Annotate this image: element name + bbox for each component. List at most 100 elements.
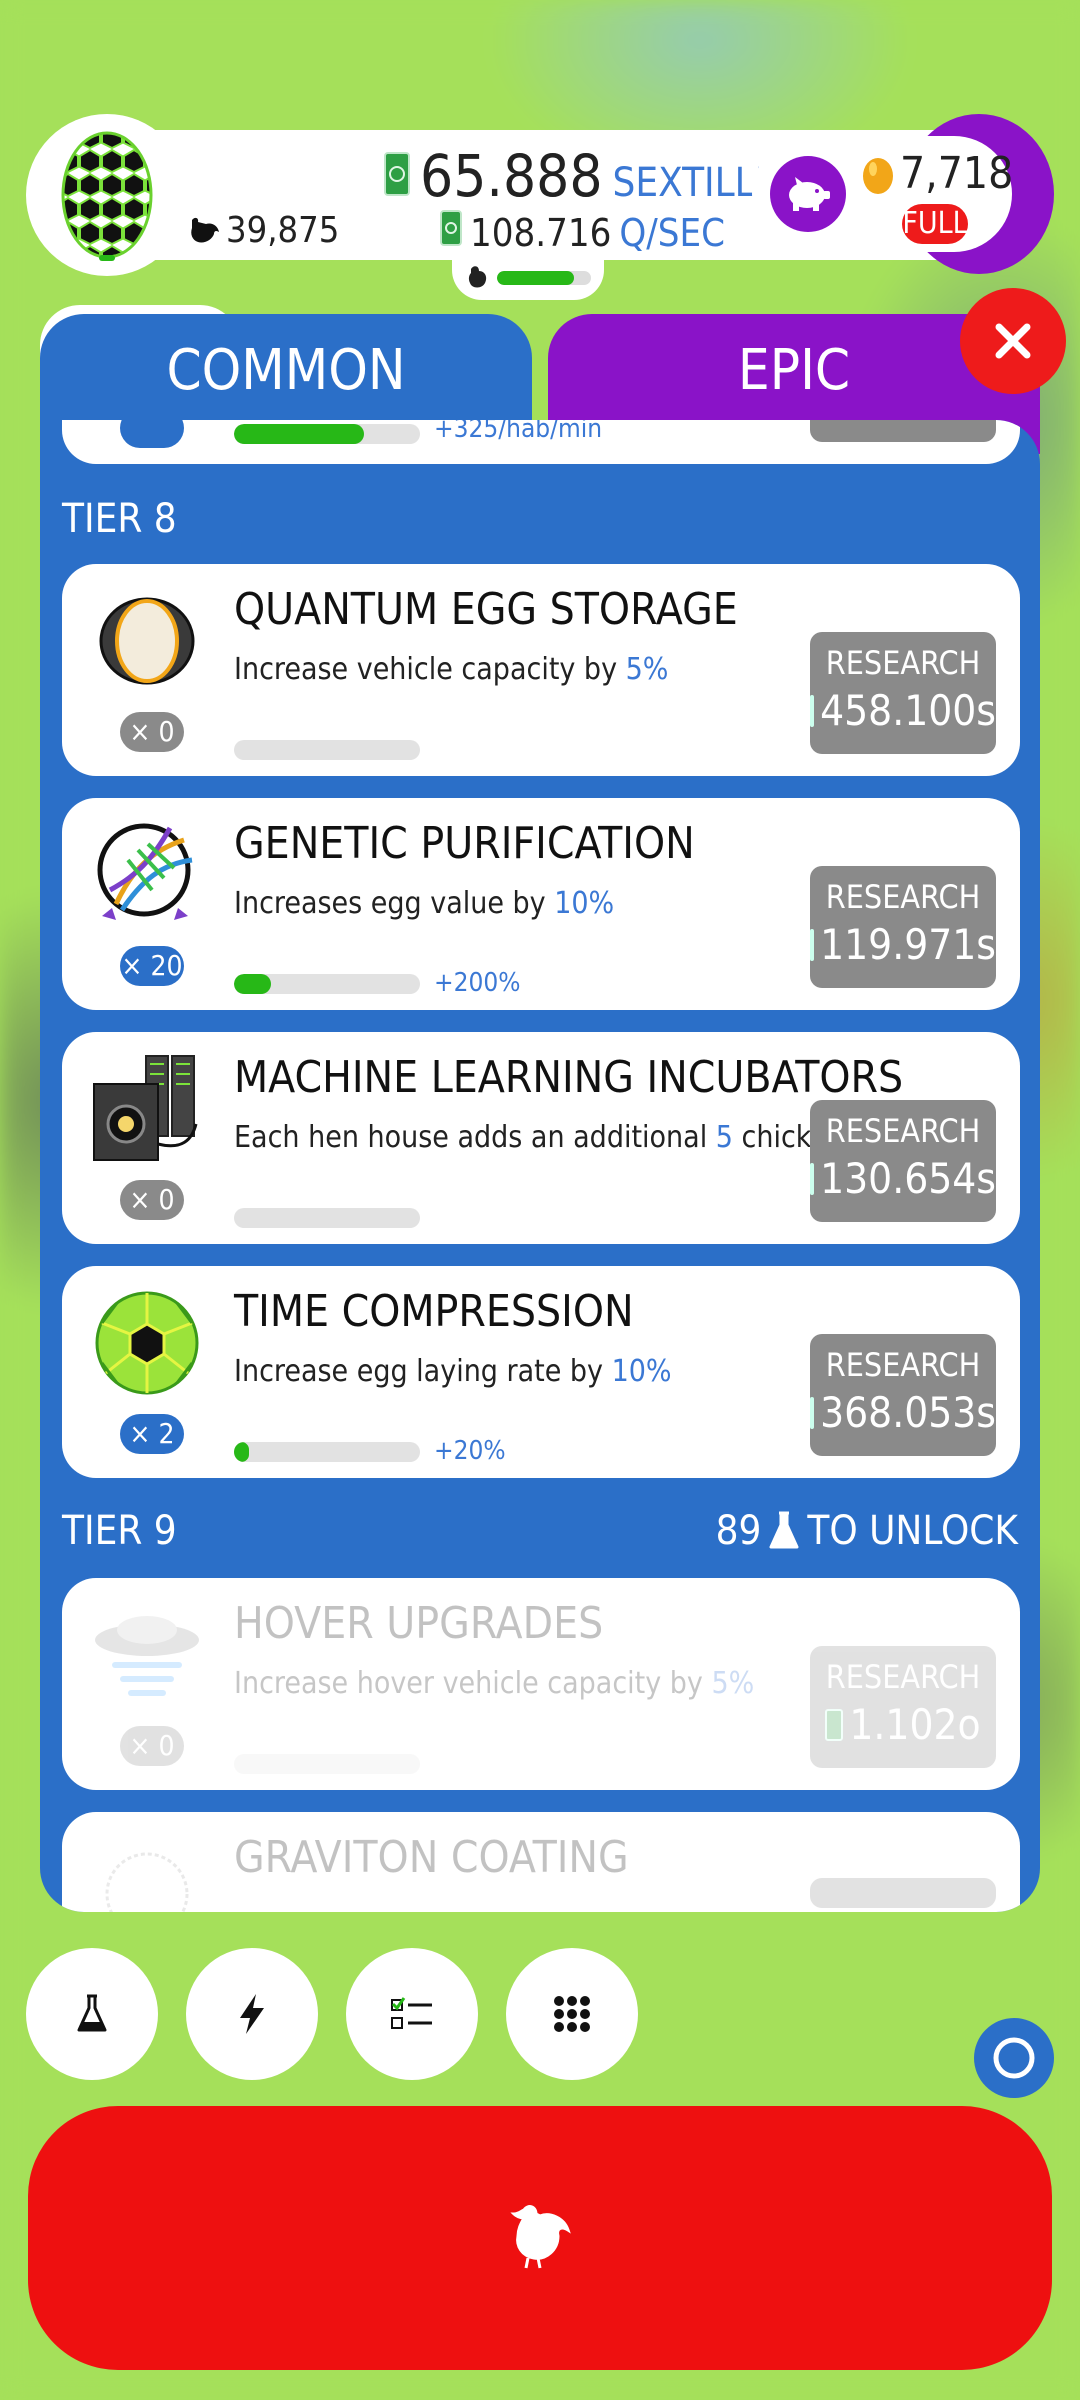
- research-button: RESEARCH 1.102o: [810, 1646, 996, 1768]
- tier-9-unlock-requirement: 89 TO UNLOCK: [716, 1508, 1018, 1554]
- piggy-bank-button[interactable]: [770, 156, 846, 232]
- research-card-machine-learning-incubators: × 0 MACHINE LEARNING INCUBATORS Each hen…: [62, 1032, 1020, 1244]
- research-button-label: RESEARCH: [825, 1346, 981, 1384]
- piggy-bank-icon: [789, 177, 830, 211]
- unlock-label: TO UNLOCK: [807, 1508, 1018, 1554]
- research-title: MACHINE LEARNING INCUBATORS: [234, 1052, 904, 1103]
- research-card-partial: +325/hab/min: [62, 420, 1020, 464]
- research-count-badge: × 0: [120, 712, 184, 752]
- research-progress-fill: [234, 974, 272, 994]
- cash-icon: [810, 928, 815, 961]
- research-card-quantum-egg-storage: × 0 QUANTUM EGG STORAGE Increase vehicle…: [62, 564, 1020, 776]
- dna-icon: [92, 820, 202, 930]
- research-bonus: +20%: [434, 1436, 506, 1466]
- research-card-genetic-purification: × 20 GENETIC PURIFICATION Increases egg …: [62, 798, 1020, 1010]
- research-button[interactable]: RESEARCH 458.100s: [810, 632, 996, 754]
- hatch-chicken-button[interactable]: [28, 2106, 1052, 2370]
- flask-icon: [77, 1994, 107, 2032]
- golden-egg-icon: [863, 157, 893, 194]
- research-button[interactable]: RESEARCH 130.654s: [810, 1100, 996, 1222]
- research-bonus: +325/hab/min: [434, 420, 603, 444]
- golden-eggs-count: 7,718: [862, 148, 1013, 199]
- graviton-icon: [92, 1834, 202, 1912]
- research-count-badge: [120, 420, 184, 448]
- piggy-full-badge: FULL: [902, 204, 968, 244]
- research-card-graviton-coating: GRAVITON COATING: [62, 1812, 1020, 1912]
- cash-icon: [384, 152, 410, 196]
- income-rate: 108.716 Q/SEC: [440, 210, 725, 255]
- research-description: Increase vehicle capacity by 5%: [234, 652, 669, 687]
- research-button-label: RESEARCH: [825, 1658, 981, 1696]
- research-button[interactable]: RESEARCH 368.053s: [810, 1334, 996, 1456]
- unlock-count: 89: [715, 1508, 762, 1554]
- quantum-egg-icon: [61, 131, 153, 261]
- research-progress: [234, 1754, 420, 1774]
- research-count-badge: × 2: [120, 1414, 184, 1454]
- research-description: Increase egg laying rate by 10%: [234, 1354, 672, 1389]
- research-title: QUANTUM EGG STORAGE: [234, 584, 738, 635]
- research-cost: 119.971s: [810, 920, 996, 969]
- cash-icon: [810, 1396, 815, 1429]
- population-bar: [497, 271, 591, 285]
- cash-icon: [825, 1708, 844, 1741]
- flask-icon: [769, 1511, 799, 1549]
- research-title: GRAVITON COATING: [234, 1832, 629, 1883]
- research-button-label: RESEARCH: [825, 644, 981, 682]
- chicken-icon: [510, 2205, 571, 2269]
- research-title: TIME COMPRESSION: [234, 1286, 634, 1337]
- cash-icon: [810, 1162, 815, 1195]
- research-progress-fill: [234, 1442, 249, 1462]
- research-button[interactable]: RESEARCH 119.971s: [810, 866, 996, 988]
- missions-menu-button[interactable]: [346, 1948, 478, 2080]
- research-progress: [234, 1208, 420, 1228]
- research-progress: [234, 424, 420, 444]
- boost-menu-button[interactable]: [186, 1948, 318, 2080]
- research-bonus: +200%: [434, 968, 521, 998]
- current-egg-button[interactable]: [26, 114, 188, 276]
- research-progress: [234, 974, 420, 994]
- research-button-label: RESEARCH: [825, 878, 981, 916]
- checklist-icon: [391, 1997, 432, 2029]
- research-cost: 368.053s: [810, 1388, 996, 1437]
- research-card-hover-upgrades: × 0 HOVER UPGRADES Increase hover vehicl…: [62, 1578, 1020, 1790]
- golden-eggs-value: 7,718: [900, 148, 1014, 199]
- close-button[interactable]: [960, 288, 1066, 394]
- time-sphere-icon: [92, 1288, 202, 1398]
- tier-9-label: TIER 9: [62, 1508, 177, 1554]
- grid-menu-icon: [554, 1996, 590, 2032]
- research-button-label: RESEARCH: [825, 1112, 981, 1150]
- research-progress-fill: [234, 424, 365, 444]
- close-icon: [995, 323, 1031, 359]
- camera-toggle-button[interactable]: [974, 2018, 1054, 2098]
- research-button: [810, 1878, 996, 1908]
- lightning-icon: [240, 1994, 264, 2034]
- research-cost: 458.100s: [810, 686, 996, 735]
- research-progress: [234, 740, 420, 760]
- research-count-badge: × 0: [120, 1726, 184, 1766]
- egg-storage-icon: [92, 586, 202, 696]
- population-indicator: [452, 256, 604, 300]
- server-incubator-icon: [92, 1054, 202, 1164]
- chicken-icon: [191, 217, 219, 246]
- research-count-badge: × 20: [120, 946, 184, 986]
- cash-icon: [440, 210, 462, 246]
- chicken-count: 39,875: [186, 210, 339, 251]
- tier-8-label: TIER 8: [62, 496, 177, 542]
- hover-icon: [92, 1600, 202, 1710]
- rate-value: 108.716: [470, 211, 612, 255]
- research-button[interactable]: [810, 420, 996, 442]
- research-menu-button[interactable]: [26, 1948, 158, 2080]
- main-menu-button[interactable]: [506, 1948, 638, 2080]
- research-list[interactable]: +325/hab/min TIER 8 × 0 QUANTUM EGG STOR…: [40, 420, 1040, 1912]
- chick-icon: [468, 266, 487, 288]
- research-progress: [234, 1442, 420, 1462]
- research-description: Increases egg value by 10%: [234, 886, 615, 921]
- money-value: 65.888: [420, 142, 603, 210]
- research-count-badge: × 0: [120, 1180, 184, 1220]
- circle-icon: [993, 2037, 1035, 2079]
- research-title: GENETIC PURIFICATION: [234, 818, 695, 869]
- research-description: Increase hover vehicle capacity by 5%: [234, 1666, 755, 1701]
- population-bar-fill: [497, 271, 575, 285]
- research-title: HOVER UPGRADES: [234, 1598, 604, 1649]
- research-card-time-compression: × 2 TIME COMPRESSION Increase egg laying…: [62, 1266, 1020, 1478]
